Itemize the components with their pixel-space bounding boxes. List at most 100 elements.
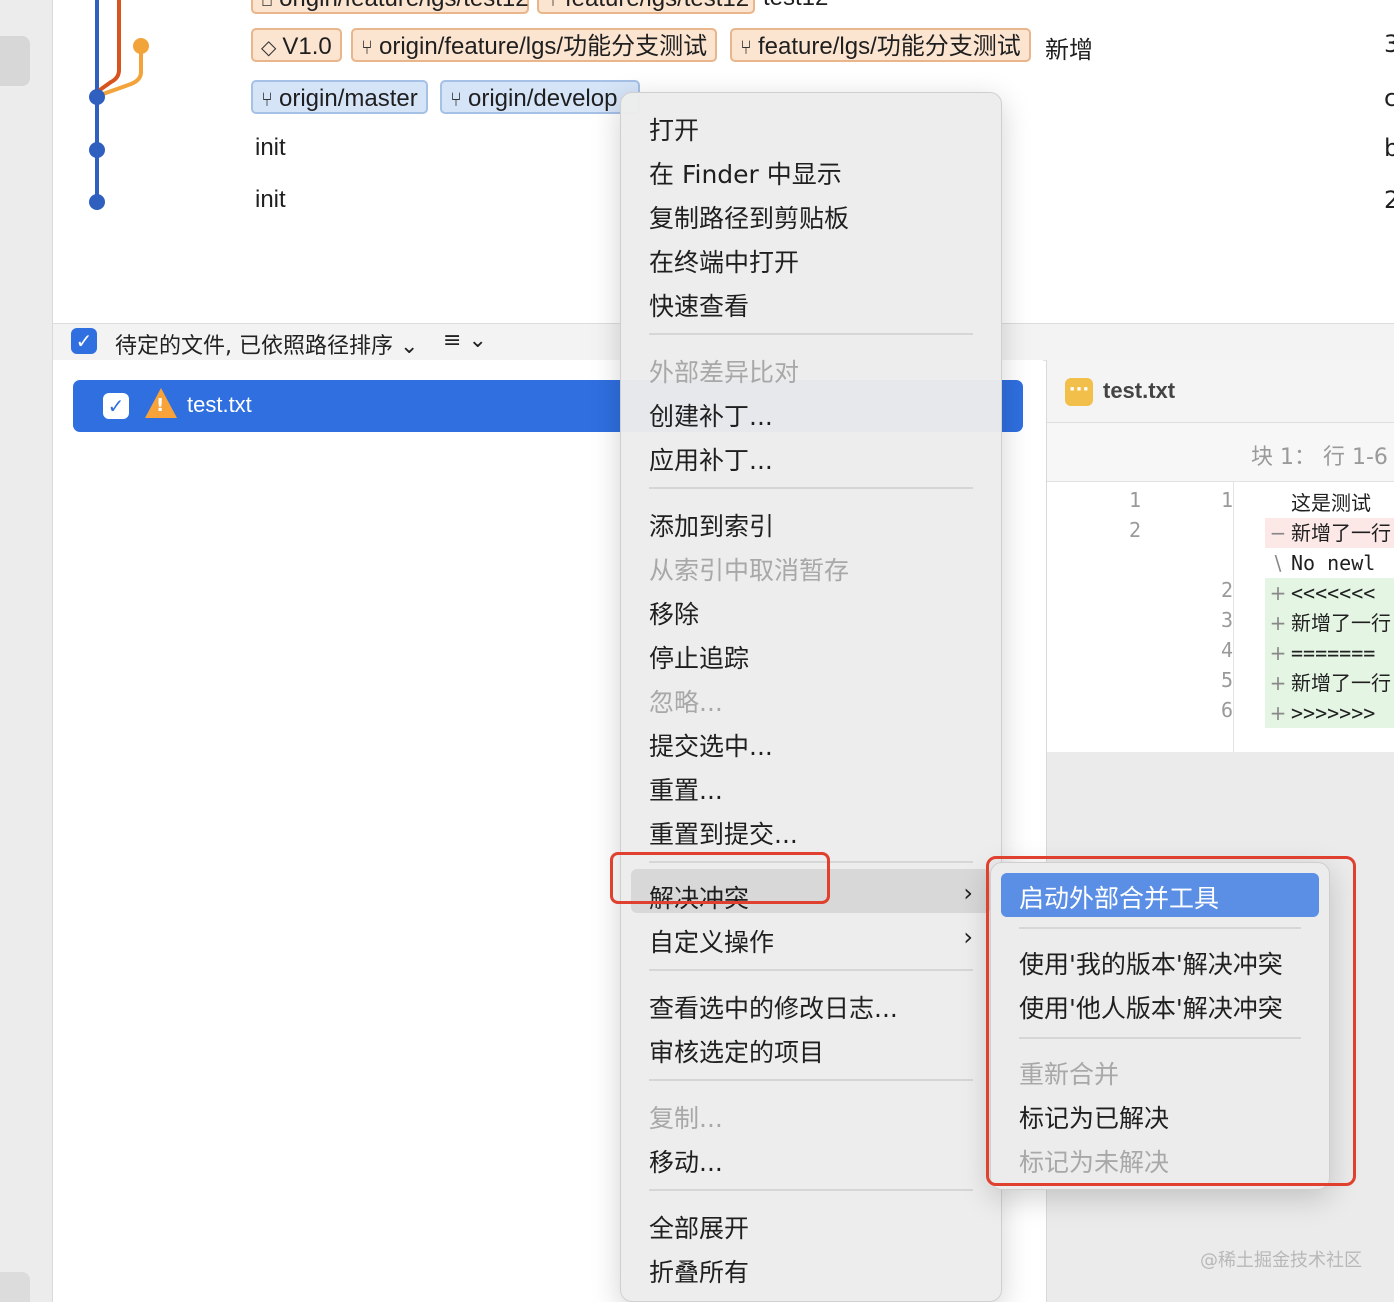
checkmark-icon: ✓ xyxy=(107,394,125,418)
new-line-number: 1 xyxy=(1220,488,1233,512)
menu-item-open-in-terminal[interactable]: 在终端中打开 xyxy=(649,243,799,279)
warning-mark: ! xyxy=(156,395,165,416)
diff-text: 新增了一行 xyxy=(1291,611,1391,635)
diff-text: ======= xyxy=(1291,641,1376,665)
branch-tag[interactable]: ⑂feature/lgs/test12 xyxy=(537,0,755,14)
menu-item-show-in-finder[interactable]: 在 Finder 中显示 xyxy=(649,155,842,191)
branch-icon: ⑂ xyxy=(361,37,373,59)
commit-hash: b xyxy=(1384,134,1394,162)
new-line-number: 4 xyxy=(1220,638,1233,662)
new-line-number: 6 xyxy=(1220,698,1233,722)
chevron-down-icon: ⌄ xyxy=(400,334,419,359)
diff-sign: + xyxy=(1269,701,1287,725)
pending-files-sort-dropdown[interactable]: 待定的文件, 已依照路径排序 ⌄ xyxy=(115,328,418,360)
diff-line[interactable]: + 新增了一行 xyxy=(1265,608,1394,638)
file-name: test.txt xyxy=(187,392,252,417)
diff-text: <<<<<<< xyxy=(1291,581,1376,605)
select-all-checkbox[interactable]: ✓ xyxy=(71,328,97,354)
menu-item-move[interactable]: 移动... xyxy=(649,1143,723,1179)
old-line-number: 1 xyxy=(1128,488,1141,512)
branch-tag[interactable]: ⑂ origin/feature/lgs/功能分支测试 xyxy=(351,28,718,62)
diff-sign: + xyxy=(1269,611,1287,635)
diff-line[interactable]: + <<<<<<< xyxy=(1265,578,1394,608)
hunk-label: 块 1： 行 1-6 xyxy=(1251,445,1388,470)
menu-item-ignore: 忽略... xyxy=(649,688,723,717)
branch-tag[interactable]: ⑂ origin/develop xyxy=(440,80,640,114)
new-line-number: 2 xyxy=(1220,578,1233,602)
menu-item-open[interactable]: 打开 xyxy=(649,111,699,147)
diff-line[interactable]: + ======= xyxy=(1265,638,1394,668)
commit-dot xyxy=(133,38,149,54)
diff-sign: + xyxy=(1269,671,1287,695)
commit-graph-lines xyxy=(89,0,149,210)
branch-icon: ⑂ xyxy=(547,0,559,11)
watermark: @稀土掘金技术社区 xyxy=(1200,1250,1362,1271)
menu-item-add-to-index[interactable]: 添加到索引 xyxy=(649,507,774,543)
version-tag[interactable]: ◇ V1.0 xyxy=(251,28,342,62)
annotation-box-resolve xyxy=(610,852,830,904)
menu-item-collapse-all[interactable]: 折叠所有 xyxy=(649,1253,749,1289)
sidebar-handle[interactable] xyxy=(0,36,30,86)
diff-line[interactable]: + 新增了一行 xyxy=(1265,668,1394,698)
hunk-header[interactable]: 块 1： 行 1-6 xyxy=(1047,423,1394,482)
chevron-right-icon: › xyxy=(963,923,973,951)
menu-item-view-log[interactable]: 查看选中的修改日志... xyxy=(649,989,898,1025)
left-sidebar-strip xyxy=(0,0,53,1302)
diff-sign: + xyxy=(1269,581,1287,605)
diff-line[interactable]: \ No newl xyxy=(1265,548,1394,578)
menu-separator xyxy=(649,487,973,489)
commit-hash: c xyxy=(1384,84,1394,112)
branch-icon: ⑂ xyxy=(740,37,752,59)
menu-item-expand-all[interactable]: 全部展开 xyxy=(649,1209,749,1245)
diff-line[interactable]: − 新增了一行 xyxy=(1265,518,1394,548)
menu-item-apply-patch[interactable]: 应用补丁... xyxy=(649,441,773,477)
menu-item-review-selected[interactable]: 审核选定的项目 xyxy=(649,1033,824,1069)
diff-line[interactable]: 这是测试 xyxy=(1265,488,1394,518)
menu-item-commit-selected[interactable]: 提交选中... xyxy=(649,727,773,763)
commit-hash: 2 xyxy=(1384,186,1394,214)
old-line-number: 2 xyxy=(1128,518,1141,542)
menu-item-remove[interactable]: 移除 xyxy=(649,595,699,631)
branch-tag[interactable]: ⑂ origin/master xyxy=(251,80,428,114)
commit-message: test12 xyxy=(763,0,828,12)
file-icon: ··· xyxy=(1065,378,1093,406)
diff-sign: − xyxy=(1269,521,1287,545)
diff-text: 新增了一行 xyxy=(1291,671,1391,695)
tag-icon: ◇ xyxy=(261,37,277,59)
view-options-button[interactable]: ≡ ⌄ xyxy=(443,328,487,353)
chevron-right-icon: › xyxy=(963,879,973,907)
branch-icon: ⑂ xyxy=(450,89,462,111)
menu-separator xyxy=(649,1189,973,1191)
file-checkbox[interactable]: ✓ xyxy=(103,393,129,419)
commit-message: init xyxy=(255,134,286,161)
commit-message: init xyxy=(255,186,286,213)
list-icon: ≡ xyxy=(443,328,462,353)
menu-separator xyxy=(649,333,973,335)
diff-body: 1 1 这是测试 2− 新增了一行 \ No newl 2 + <<<<<<< 3 + 新增了一行 4 + =… xyxy=(1047,482,1394,752)
commit-message: 新增 xyxy=(1045,37,1093,64)
commit-dot xyxy=(89,194,105,210)
diff-text: No newl xyxy=(1291,551,1376,575)
menu-item-stop-tracking[interactable]: 停止追踪 xyxy=(649,639,749,675)
diff-sign: + xyxy=(1269,641,1287,665)
menu-item-reset[interactable]: 重置... xyxy=(649,771,723,807)
branch-tag[interactable]: ⌂origin/feature/lgs/test12 xyxy=(251,0,529,14)
new-line-number: 3 xyxy=(1220,608,1233,632)
branch-icon: ⑂ xyxy=(261,89,273,111)
tag-icon: ⌂ xyxy=(261,0,274,11)
menu-item-reset-to-commit[interactable]: 重置到提交... xyxy=(649,815,798,851)
branch-tag[interactable]: ⑂ feature/lgs/功能分支测试 xyxy=(730,28,1031,62)
menu-item-copy-path[interactable]: 复制路径到剪贴板 xyxy=(649,199,849,235)
diff-header: ··· test.txt xyxy=(1047,360,1394,423)
menu-separator xyxy=(649,1079,973,1081)
diff-text: 这是测试 xyxy=(1291,491,1371,515)
menu-item-quick-look[interactable]: 快速查看 xyxy=(649,287,749,323)
diff-file-name: test.txt xyxy=(1103,378,1176,403)
sidebar-handle-bottom[interactable] xyxy=(0,1272,30,1302)
diff-line[interactable]: + >>>>>>> xyxy=(1265,698,1394,728)
orange-branch-line xyxy=(102,46,143,96)
commit-hash: 3 xyxy=(1384,30,1394,58)
commit-dot xyxy=(89,142,105,158)
menu-item-create-patch[interactable]: 创建补丁... xyxy=(649,397,773,433)
menu-item-custom-actions[interactable]: 自定义操作 xyxy=(649,923,774,959)
